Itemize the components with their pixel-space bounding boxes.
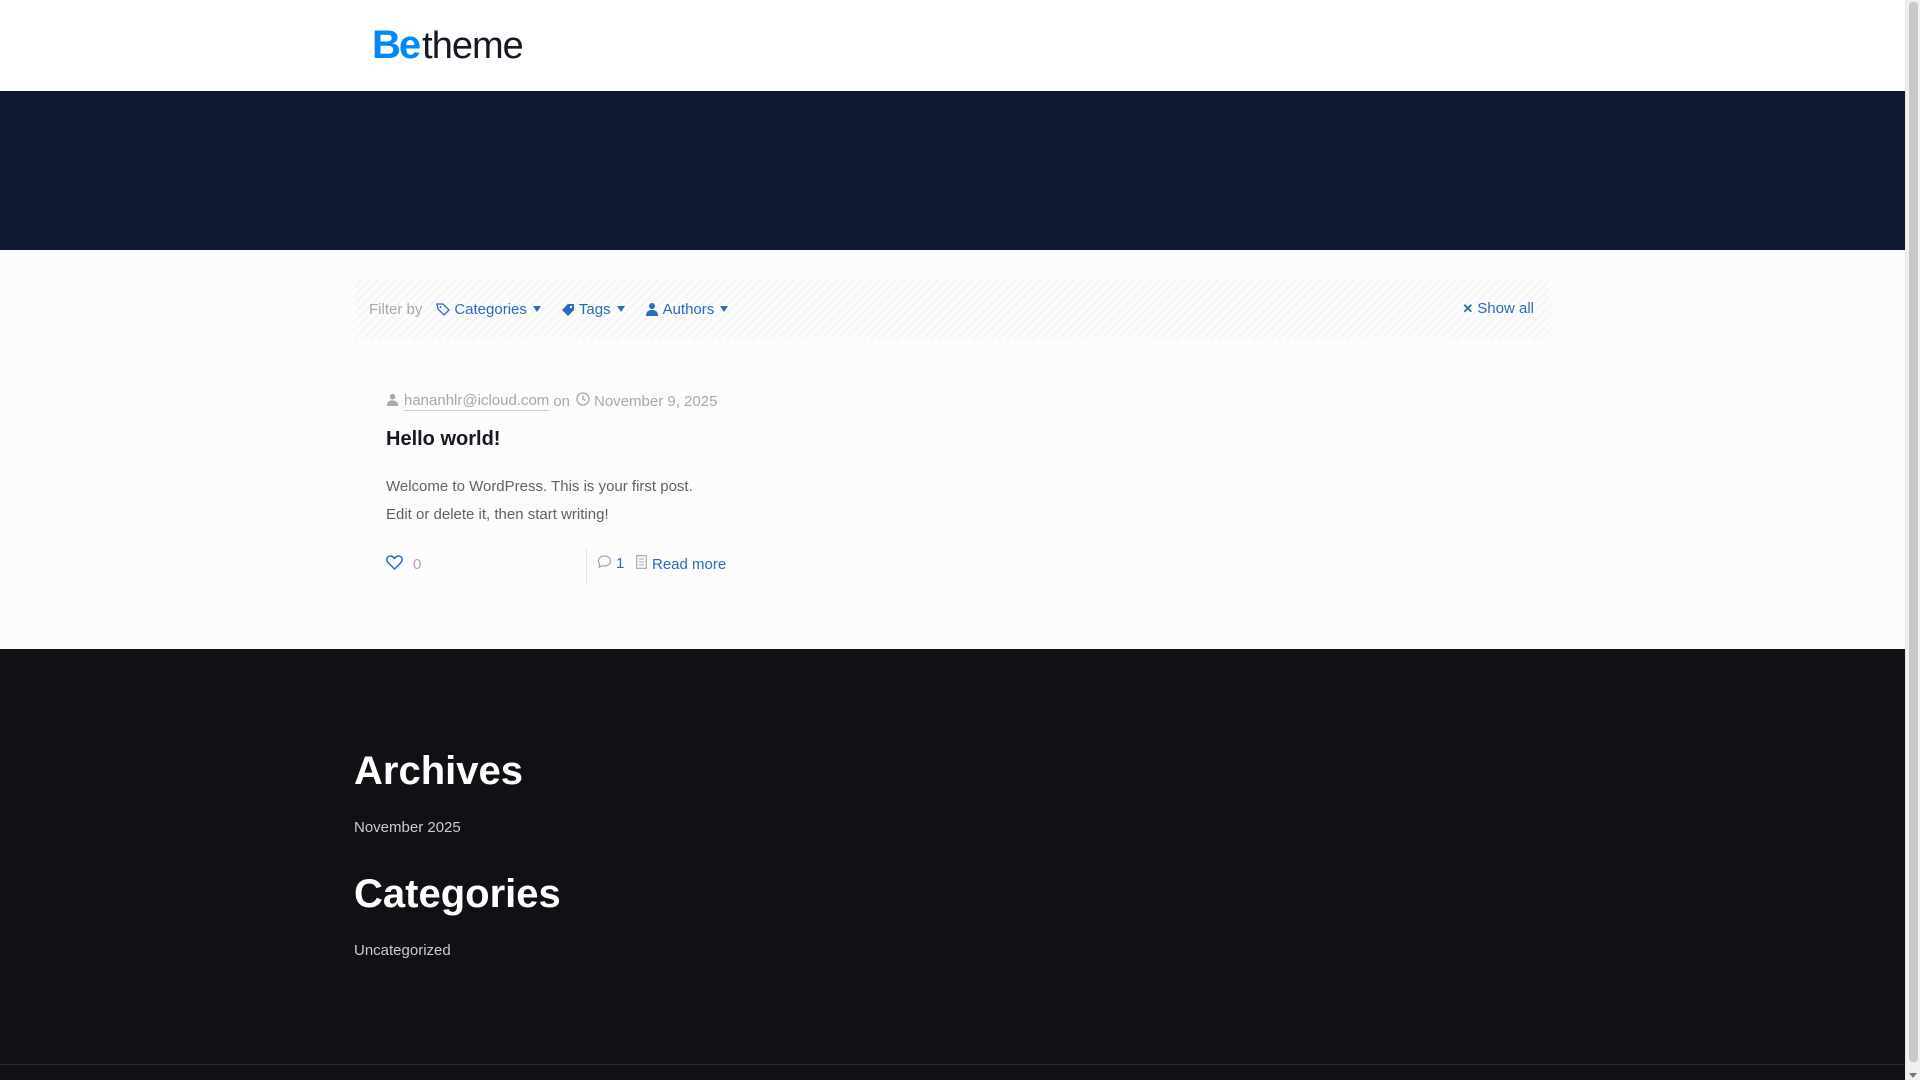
post-excerpt-line: Welcome to WordPress. This is your first… bbox=[386, 478, 693, 495]
tag-outline-icon bbox=[436, 302, 451, 316]
chevron-down-icon bbox=[532, 306, 541, 312]
archives-link-november-2025[interactable]: November 2025 bbox=[354, 819, 461, 836]
post-meta: hananhlr@icloud.com on November 9, 2025 bbox=[386, 391, 786, 411]
heart-icon bbox=[386, 555, 403, 574]
comments-link[interactable]: 1 bbox=[597, 555, 624, 572]
site-footer: Archives November 2025 Categories Uncate… bbox=[0, 649, 1905, 1080]
filter-label: Filter by bbox=[369, 300, 423, 318]
show-all-link[interactable]: ✕ Show all bbox=[1462, 300, 1534, 317]
comment-count: 1 bbox=[616, 555, 625, 572]
vertical-scrollbar[interactable] bbox=[1905, 0, 1920, 1080]
post-excerpt: Welcome to WordPress. This is your first… bbox=[386, 473, 766, 529]
archives-widget-title: Archives bbox=[354, 749, 523, 793]
logo-theme: theme bbox=[422, 25, 524, 67]
show-all-label: Show all bbox=[1477, 300, 1534, 317]
post-date: November 9, 2025 bbox=[594, 392, 718, 410]
post-footer-divider bbox=[586, 549, 587, 583]
post-card: hananhlr@icloud.com on November 9, 2025 … bbox=[386, 391, 786, 583]
read-more-label: Read more bbox=[652, 555, 727, 573]
like-count: 0 bbox=[413, 556, 422, 573]
clock-icon bbox=[576, 392, 590, 410]
scroll-down-arrow-icon[interactable] bbox=[1909, 1073, 1917, 1078]
close-icon: ✕ bbox=[1462, 300, 1474, 316]
user-icon bbox=[645, 302, 659, 316]
site-header: Be theme bbox=[0, 0, 1905, 91]
filter-authors[interactable]: Authors bbox=[645, 301, 729, 318]
page: Be theme Filter by Categories Tags Autho… bbox=[0, 0, 1905, 1080]
post-meta-on: on bbox=[553, 392, 570, 410]
scrollbar-thumb[interactable] bbox=[1909, 2, 1918, 1062]
filter-authors-label: Authors bbox=[662, 300, 715, 318]
footer-divider bbox=[0, 1064, 1905, 1065]
tag-icon bbox=[561, 302, 575, 316]
read-more-link[interactable]: Read more bbox=[636, 555, 726, 573]
main-content: Filter by Categories Tags Authors ✕ Show… bbox=[0, 250, 1905, 649]
categories-widget-title: Categories bbox=[354, 872, 561, 916]
post-excerpt-line: Edit or delete it, then start writing! bbox=[386, 506, 609, 523]
filter-bar: Filter by Categories Tags Authors ✕ Show… bbox=[354, 278, 1550, 340]
filter-tags-label: Tags bbox=[578, 300, 611, 318]
like-button[interactable]: 0 bbox=[386, 555, 421, 574]
filter-tags[interactable]: Tags bbox=[561, 301, 625, 318]
chevron-down-icon bbox=[720, 306, 729, 312]
comment-icon bbox=[597, 555, 612, 572]
site-logo[interactable]: Be theme bbox=[372, 23, 524, 67]
logo-be: Be bbox=[372, 23, 421, 67]
category-link-uncategorized[interactable]: Uncategorized bbox=[354, 942, 451, 959]
subheader-banner bbox=[0, 91, 1905, 250]
post-author-link[interactable]: hananhlr@icloud.com bbox=[404, 392, 550, 411]
document-icon bbox=[636, 555, 647, 573]
post-title[interactable]: Hello world! bbox=[386, 428, 500, 451]
user-icon bbox=[386, 393, 399, 410]
filter-categories[interactable]: Categories bbox=[436, 301, 541, 318]
post-footer: 0 1 Read more bbox=[386, 549, 746, 583]
filter-categories-label: Categories bbox=[454, 300, 527, 318]
chevron-down-icon bbox=[616, 306, 625, 312]
